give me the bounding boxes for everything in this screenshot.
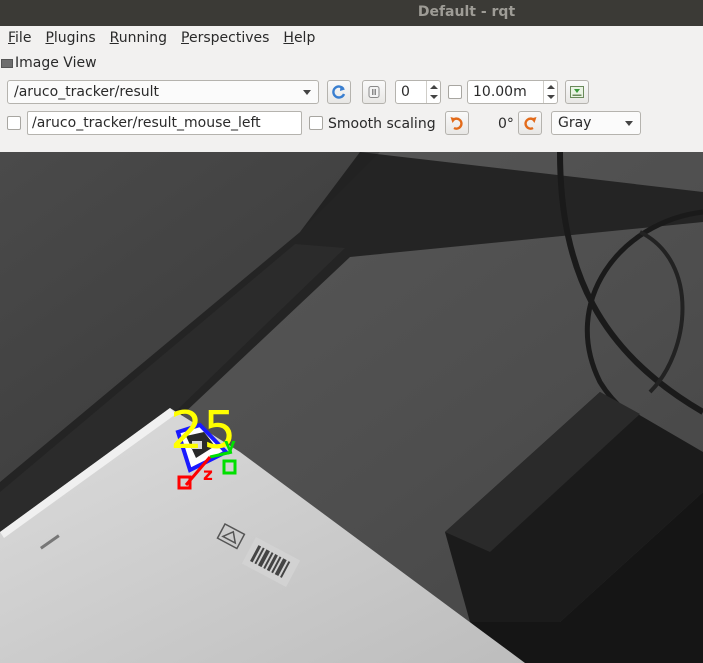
menu-help[interactable]: Help (283, 30, 315, 46)
save-image-icon (570, 86, 584, 98)
image-view-panel: Image View /aruco_tracker/result 0 10.00… (0, 49, 703, 152)
window-titlebar: Default - rqt (0, 0, 703, 26)
dock-title-bar[interactable]: Image View (0, 53, 97, 73)
spin-arrows[interactable] (543, 81, 557, 103)
topic-select[interactable]: /aruco_tracker/result (7, 80, 319, 104)
rotate-right-icon (524, 117, 537, 130)
mouse-topic-value: /aruco_tracker/result_mouse_left (32, 115, 261, 131)
arrow-down-icon (547, 95, 555, 99)
color-scheme-value: Gray (558, 115, 592, 131)
arrow-up-icon (547, 85, 555, 89)
smooth-scaling-checkbox[interactable] (309, 116, 323, 130)
arrow-down-icon (430, 95, 438, 99)
menubar: File Plugins Running Perspectives Help (0, 26, 703, 49)
smooth-scaling-label: Smooth scaling (328, 116, 436, 132)
arrow-up-icon (430, 85, 438, 89)
chevron-down-icon (303, 90, 311, 95)
rotate-left-button[interactable] (445, 111, 469, 135)
spin-arrows[interactable] (426, 81, 440, 103)
dock-title: Image View (15, 55, 97, 71)
menu-plugins[interactable]: Plugins (45, 30, 95, 46)
axis-z-label: z (203, 465, 213, 485)
menu-running[interactable]: Running (110, 30, 167, 46)
publish-click-checkbox[interactable] (7, 116, 21, 130)
chevron-down-icon (625, 121, 633, 126)
frame-spinbox[interactable]: 0 (395, 80, 441, 104)
camera-frame: 25 y z (0, 152, 703, 663)
camera-image[interactable]: 25 y z (0, 152, 703, 663)
refresh-topics-button[interactable] (327, 80, 351, 104)
max-range-spinbox[interactable]: 10.00m (467, 80, 558, 104)
window-title: Default - rqt (417, 4, 516, 20)
menu-perspectives[interactable]: Perspectives (181, 30, 269, 46)
axis-y-label: y (224, 435, 236, 456)
color-scheme-select[interactable]: Gray (551, 111, 641, 135)
pause-icon (368, 86, 380, 98)
refresh-icon (332, 85, 346, 99)
max-range-value: 10.00m (473, 84, 527, 100)
rotate-left-icon (450, 117, 463, 130)
topic-select-value: /aruco_tracker/result (14, 84, 160, 100)
menu-file[interactable]: File (8, 30, 31, 46)
save-image-button[interactable] (565, 80, 589, 104)
max-range-checkbox[interactable] (448, 85, 462, 99)
frame-spinbox-value: 0 (401, 84, 410, 100)
pause-button[interactable] (362, 80, 386, 104)
rotation-label: 0° (498, 116, 514, 132)
dock-float-icon[interactable] (1, 58, 13, 68)
rotate-right-button[interactable] (518, 111, 542, 135)
mouse-topic-input[interactable]: /aruco_tracker/result_mouse_left (27, 111, 302, 135)
